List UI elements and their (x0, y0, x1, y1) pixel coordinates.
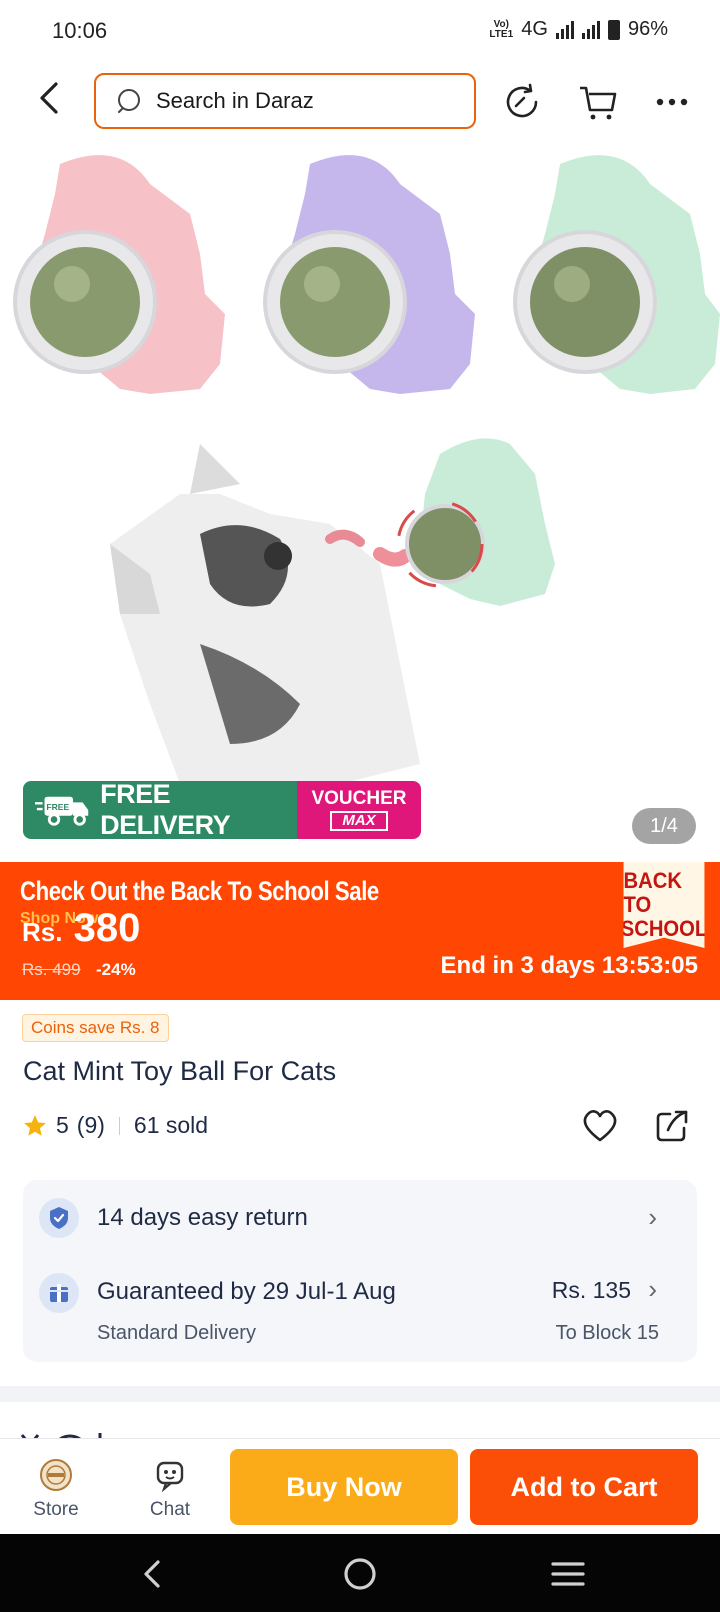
free-delivery-badge: FREE FREE DELIVERY (23, 781, 297, 839)
nav-home-icon[interactable] (338, 1552, 382, 1596)
status-bar: 10:06 Vo) LTE1 4G 96% (0, 0, 720, 62)
history-icon[interactable] (500, 80, 544, 124)
cart-icon[interactable] (576, 80, 620, 124)
dino-toy-closeup (396, 438, 555, 606)
lte-indicator: Vo) LTE1 (489, 18, 514, 40)
discount-percent: -24% (96, 960, 136, 979)
nav-recents-icon[interactable] (546, 1552, 590, 1596)
more-icon[interactable] (650, 80, 694, 124)
delivery-location[interactable]: To Block 15 (556, 1322, 659, 1345)
top-header: Search in Daraz (0, 62, 720, 144)
search-icon (118, 89, 140, 113)
rating-count: (9) (76, 1112, 105, 1138)
free-delivery-label: FREE DELIVERY (100, 781, 231, 839)
sale-title: Check Out the Back To School Sale (20, 876, 379, 906)
shield-check-icon (39, 1198, 79, 1238)
status-time: 10:06 (52, 18, 108, 43)
service-card: 14 days easy return › Guaranteed by 29 J… (23, 1180, 697, 1362)
chat-label: Chat (149, 1499, 191, 1520)
network-type: 4G (521, 18, 548, 40)
delivery-fee: Rs. 135 (551, 1277, 631, 1303)
lilac-dino-toy (263, 155, 475, 394)
add-to-cart-button[interactable]: Add to Cart (470, 1449, 698, 1525)
search-placeholder: Search in Daraz (156, 88, 314, 113)
voucher-max-label: MAX (330, 811, 388, 831)
original-price: Rs. 499 (22, 960, 81, 979)
badge-line-2: SCHOOL (620, 916, 708, 941)
product-title: Cat Mint Toy Ball For Cats (23, 1056, 337, 1086)
voucher-label: VOUCHER (311, 788, 407, 809)
badge-line-1: BACK TO (623, 868, 682, 917)
pink-dino-toy (13, 155, 225, 394)
bottom-action-bar: Store Chat Buy Now Add to Cart (0, 1438, 720, 1534)
cat-photo (110, 444, 420, 794)
store-icon (40, 1459, 72, 1491)
back-arrow-icon[interactable] (30, 78, 70, 118)
delivery-guarantee-label[interactable]: Guaranteed by 29 Jul-1 Aug (97, 1278, 396, 1306)
buy-now-button[interactable]: Buy Now (230, 1449, 458, 1525)
delivery-truck-icon: FREE (35, 796, 89, 826)
sold-count: 61 sold (133, 1112, 209, 1138)
delivery-box-icon (39, 1273, 79, 1313)
search-input[interactable]: Search in Daraz (94, 73, 476, 129)
sale-countdown: End in 3 days 13:53:05 (440, 952, 698, 979)
battery-icon (607, 19, 620, 40)
sale-banner[interactable]: Check Out the Back To School Sale Shop N… (0, 862, 720, 1000)
price-value: 380 (73, 906, 141, 950)
system-nav-bar (0, 1534, 720, 1612)
status-indicators: Vo) LTE1 4G 96% (489, 18, 668, 41)
coins-save-tag: Coins save Rs. 8 (22, 1014, 169, 1042)
mint-dino-toy (513, 155, 720, 394)
nav-back-icon[interactable] (130, 1552, 174, 1596)
share-icon[interactable] (654, 1108, 690, 1144)
free-delivery-voucher-badge: FREE FREE DELIVERY VOUCHER MAX (23, 781, 421, 839)
rating-separator (118, 1116, 120, 1135)
image-counter: 1/4 (632, 808, 696, 844)
product-image (13, 155, 720, 794)
rating-row[interactable]: 5 (9) 61 sold (22, 1112, 208, 1139)
chat-button[interactable]: Chat (130, 1457, 210, 1521)
store-button[interactable]: Store (16, 1457, 96, 1521)
battery-level: 96% (627, 18, 668, 40)
product-image-gallery[interactable]: FREE FREE DELIVERY VOUCHER MAX 1/4 (0, 144, 720, 862)
section-divider (0, 1386, 720, 1402)
chevron-right-icon-2[interactable]: › (648, 1274, 657, 1305)
currency: Rs. (22, 917, 63, 947)
free-tag: FREE (46, 802, 69, 812)
wishlist-heart-icon[interactable] (580, 1106, 620, 1146)
back-to-school-badge: BACK TO SCHOOL (620, 862, 708, 948)
chevron-right-icon[interactable]: › (648, 1202, 657, 1233)
voucher-max-badge: VOUCHER MAX (297, 781, 421, 839)
star-icon (24, 1114, 46, 1136)
current-price: Rs. 380 (22, 906, 140, 951)
chat-icon (156, 1461, 184, 1493)
signal-icon (555, 20, 574, 39)
delivery-type: Standard Delivery (97, 1322, 256, 1344)
rating-value: 5 (56, 1112, 69, 1138)
signal-icon-2 (581, 20, 600, 39)
store-label: Store (33, 1499, 79, 1520)
easy-return-label[interactable]: 14 days easy return (97, 1204, 308, 1232)
next-section-peek (20, 1418, 110, 1438)
